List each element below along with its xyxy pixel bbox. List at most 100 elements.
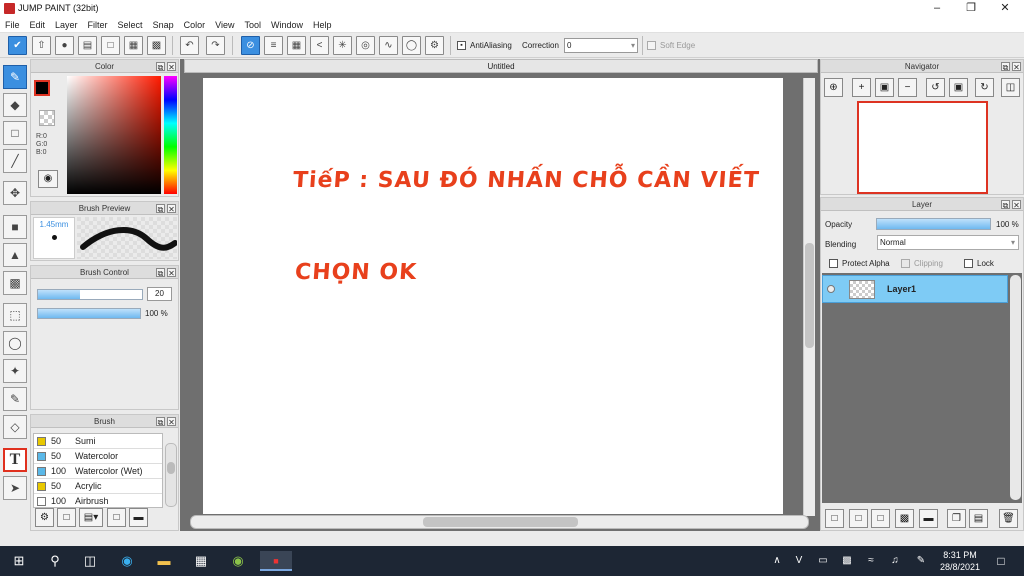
menu-help[interactable]: Help [308,17,337,33]
rotate-right-icon[interactable]: ↻ [975,78,994,97]
delete-layer-icon[interactable]: 🗑 [999,509,1018,528]
transparent-swatch[interactable] [39,110,55,126]
navigator-thumbnail[interactable] [857,101,988,194]
snap-settings-icon[interactable]: ⚙ [425,36,444,55]
snap-circle-icon[interactable]: ◎ [356,36,375,55]
reset-view-icon[interactable]: ▣ [949,78,968,97]
correction-select[interactable]: 0 ▾ [564,38,638,53]
close-panel-icon[interactable]: ✕ [167,204,176,214]
folder-icon[interactable]: ▬ [129,508,148,527]
menu-select[interactable]: Select [113,17,148,33]
blending-select[interactable]: Normal ▾ [877,235,1019,250]
protect-alpha-checkbox[interactable] [829,259,838,268]
flip-icon[interactable]: ◫ [1001,78,1020,97]
canvas[interactable]: TiếP : SAU ĐÓ NHẤN CHỖ CẦN VIẾT CHỌN OK [203,78,783,514]
menu-tool[interactable]: Tool [239,17,266,33]
store-icon[interactable]: ▦ [190,551,212,571]
brush-opacity-slider[interactable] [37,308,141,319]
wifi-icon[interactable]: ≈ [860,551,882,571]
layout-icon[interactable]: ▦ [124,36,143,55]
layer-scrollbar[interactable] [1010,275,1021,500]
menu-file[interactable]: File [0,17,25,33]
halftone-layer-icon[interactable]: ▩ [895,509,914,528]
snap-radial-icon[interactable]: ✳ [333,36,352,55]
comment-icon[interactable]: ● [55,36,74,55]
menu-view[interactable]: View [210,17,239,33]
layer-folder-icon[interactable]: ▬ [919,509,938,528]
zoom-out-icon[interactable]: − [898,78,917,97]
brush-settings-icon[interactable]: ✔ [8,36,27,55]
softedge-checkbox[interactable] [647,41,656,50]
float-icon[interactable]: ⧉ [156,417,165,427]
rect-select-icon[interactable]: ⬚ [3,303,27,327]
select-eraser-icon[interactable]: ◇ [3,415,27,439]
list-item[interactable]: 100 Watercolor (Wet) [34,464,162,479]
float-icon[interactable]: ⧉ [1001,200,1010,210]
lock-checkbox[interactable] [964,259,973,268]
new-tone-layer-icon[interactable]: □ [871,509,890,528]
float-icon[interactable]: ⧉ [156,268,165,278]
menu-window[interactable]: Window [266,17,308,33]
grid-icon[interactable]: ▩ [147,36,166,55]
close-panel-icon[interactable]: ✕ [167,268,176,278]
hue-slider[interactable] [164,76,177,194]
eraser-tool-icon[interactable]: ◆ [3,93,27,117]
system-clock[interactable]: 8:31 PM 28/8/2021 [938,549,982,573]
close-icon[interactable]: ✕ [988,0,1022,17]
page-icon[interactable]: □ [101,36,120,55]
brush-menu-icon[interactable]: ▤▾ [79,508,103,527]
menu-color[interactable]: Color [179,17,211,33]
foreground-color-swatch[interactable] [34,80,50,96]
export-brush-icon[interactable]: □ [107,508,126,527]
share-icon[interactable]: ⇧ [32,36,51,55]
app-icon[interactable]: ◉ [227,551,249,571]
close-panel-icon[interactable]: ✕ [1012,200,1021,210]
gradient-tool-icon[interactable]: ▩ [3,271,27,295]
magic-wand-icon[interactable]: ✦ [3,359,27,383]
layer-row[interactable]: Layer1 [822,275,1008,303]
palette-icon[interactable]: ◉ [38,170,58,188]
vertical-scrollbar[interactable] [803,78,815,516]
restore-icon[interactable]: ❐ [954,0,988,17]
rectangle-tool-icon[interactable]: □ [3,121,27,145]
notifications-icon[interactable]: □ [990,551,1012,571]
duplicate-layer-icon[interactable]: ❐ [947,509,966,528]
list-item[interactable]: 50 Sumi [34,434,162,449]
battery-icon[interactable]: ▭ [812,551,834,571]
new-brush-icon[interactable]: □ [57,508,76,527]
pen-icon[interactable]: ✎ [910,551,932,571]
brush-size-input[interactable]: 20 [147,287,172,301]
redo-icon[interactable]: ↷ [206,36,225,55]
snap-parallel-icon[interactable]: ≡ [264,36,283,55]
eyedropper-tool-icon[interactable]: ➤ [3,476,27,500]
pen-tool-icon[interactable]: ✎ [3,65,27,89]
file-explorer-icon[interactable]: ▬ [153,551,175,571]
list-item[interactable]: 50 Watercolor [34,449,162,464]
move-tool-icon[interactable]: ✥ [3,181,27,205]
brush-list-scrollbar[interactable] [165,443,177,507]
zoom-in-icon[interactable]: + [852,78,871,97]
bucket-tool-icon[interactable]: ▲ [3,243,27,267]
antialias-checkbox[interactable]: ▪ [457,41,466,50]
fit-window-icon[interactable]: ▣ [875,78,894,97]
select-pen-icon[interactable]: ✎ [3,387,27,411]
fill-rect-tool-icon[interactable]: ■ [3,215,27,239]
windows-start-icon[interactable]: ⊞ [8,551,30,571]
vertical-scroll-thumb[interactable] [805,243,814,348]
zoom-fit-icon[interactable]: ⊕ [824,78,843,97]
snap-ellipse-icon[interactable]: ◯ [402,36,421,55]
menu-layer[interactable]: Layer [50,17,83,33]
float-icon[interactable]: ⧉ [1001,62,1010,72]
text-tool-icon[interactable]: T [3,448,27,472]
minimize-icon[interactable]: – [920,0,954,17]
visibility-icon[interactable] [827,285,835,293]
chevron-up-icon[interactable]: ∧ [766,551,788,571]
horizontal-scroll-thumb[interactable] [423,517,578,527]
close-panel-icon[interactable]: ✕ [1012,62,1021,72]
snap-vanishing-icon[interactable]: < [310,36,329,55]
new-raster-layer-icon[interactable]: □ [849,509,868,528]
new-layer-icon[interactable]: □ [825,509,844,528]
undo-icon[interactable]: ↶ [180,36,199,55]
merge-layer-icon[interactable]: ▤ [969,509,988,528]
menu-filter[interactable]: Filter [83,17,113,33]
